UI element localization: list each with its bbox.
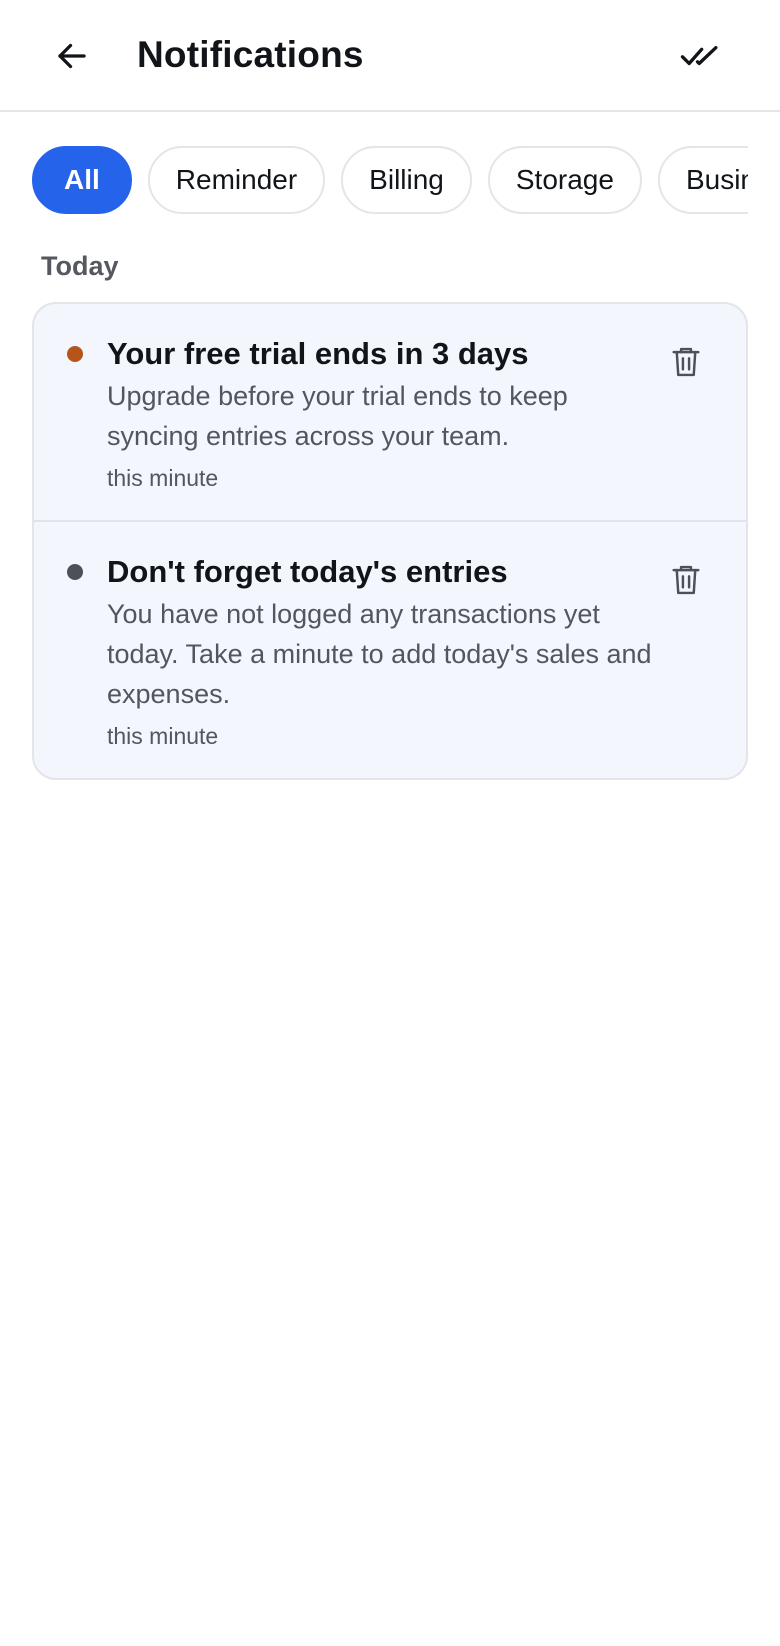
back-button[interactable] (44, 28, 100, 84)
delete-notification-button[interactable] (666, 342, 706, 382)
filter-chip-reminder[interactable]: Reminder (147, 146, 326, 214)
filter-chip-all[interactable]: All (32, 146, 132, 214)
notification-item[interactable]: Your free trial ends in 3 days Upgrade b… (34, 304, 746, 520)
notification-title: Don't forget today's entries (107, 554, 508, 589)
page-title: Notifications (137, 34, 364, 75)
notification-body: You have not logged any transactions yet… (107, 599, 652, 709)
trash-icon (672, 565, 700, 595)
filter-chip-storage[interactable]: Storage (487, 146, 642, 214)
notification-time: this minute (107, 723, 219, 749)
read-dot-indicator (67, 564, 83, 580)
filter-chip-billing[interactable]: Billing (341, 146, 472, 214)
notification-item[interactable]: Don't forget today's entries You have no… (34, 520, 746, 778)
trash-icon (672, 347, 700, 377)
double-check-icon (680, 46, 718, 66)
filter-chip-business[interactable]: Business (657, 146, 748, 214)
mark-all-read-button[interactable] (672, 28, 728, 84)
filter-chips: All Reminder Billing Storage Business (32, 146, 748, 214)
notification-list: Your free trial ends in 3 days Upgrade b… (32, 302, 748, 780)
arrow-left-icon (58, 43, 86, 69)
notification-body: Upgrade before your trial ends to keep s… (107, 381, 568, 451)
filter-chip-row: All Reminder Billing Storage Business (32, 146, 748, 214)
unread-dot-indicator (67, 346, 83, 362)
section-label-today: Today (41, 251, 119, 281)
app-header: Notifications (0, 0, 780, 112)
notification-title: Your free trial ends in 3 days (107, 336, 529, 371)
notification-time: this minute (107, 465, 219, 491)
delete-notification-button[interactable] (666, 560, 706, 600)
